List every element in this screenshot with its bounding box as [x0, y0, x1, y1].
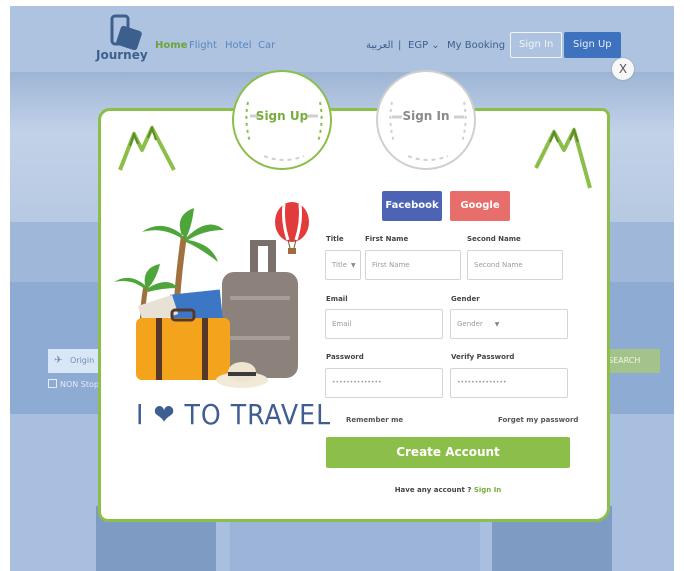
non-stop-label: NON Stop [60, 380, 99, 389]
language-switch[interactable]: العربية [366, 40, 393, 51]
google-button[interactable]: Google [450, 191, 510, 221]
header-sign-up-button[interactable]: Sign Up [564, 32, 621, 58]
checkbox-box [48, 379, 57, 388]
search-button[interactable]: SEARCH [602, 349, 660, 373]
verify-password-label: Verify Password [451, 353, 515, 361]
gender-select-value: Gender [457, 320, 483, 328]
sign-in-link[interactable]: Sign In [474, 486, 501, 494]
tagline: I ❤ TO TRAVEL [136, 398, 331, 431]
my-booking-link[interactable]: My Booking [447, 40, 505, 51]
currency-value: EGP [408, 40, 429, 51]
heart-icon: ❤ [153, 398, 176, 431]
title-label: Title [326, 235, 344, 243]
mountain-right-icon [534, 127, 592, 189]
tagline-left: I [136, 398, 145, 431]
create-account-button[interactable]: Create Account [326, 437, 570, 468]
travel-illustration [114, 202, 309, 388]
grey-suitcase-icon [222, 240, 298, 378]
password-label: Password [326, 353, 364, 361]
non-stop-checkbox[interactable]: NON Stop [48, 379, 99, 389]
have-account-label: Have any account ? [394, 486, 472, 494]
gender-select[interactable]: Gender ▼ [450, 309, 568, 339]
second-name-label: Second Name [467, 235, 521, 243]
tagline-right: TO TRAVEL [184, 398, 332, 431]
password-field[interactable]: •••••••••••••• [325, 368, 443, 398]
remember-me-checkbox[interactable]: Remember me [346, 416, 403, 424]
header-sign-in-button[interactable]: Sign In [510, 32, 563, 58]
nav-divider: | [398, 40, 402, 51]
logo-text: Journey [96, 48, 148, 62]
nav-hotel[interactable]: Hotel [225, 40, 252, 51]
plane-icon: ✈ [54, 355, 63, 366]
have-account-text: Have any account ? Sign In [326, 486, 570, 494]
chevron-down-icon: ▼ [494, 321, 500, 328]
tab-sign-in-label: Sign In [402, 109, 450, 123]
facebook-button[interactable]: Facebook [382, 191, 442, 221]
nav-home[interactable]: Home [155, 40, 187, 51]
origin-placeholder: Origin [70, 356, 95, 365]
gender-label: Gender [451, 295, 480, 303]
tab-sign-up-label: Sign Up [255, 109, 309, 123]
hot-air-balloon-icon [275, 202, 309, 254]
first-name-field[interactable]: First Name [365, 250, 461, 280]
currency-select[interactable]: EGP ⌄ [408, 40, 440, 51]
title-select[interactable]: Title ▼ [325, 250, 361, 280]
email-label: Email [326, 295, 348, 303]
close-button[interactable]: X [612, 58, 634, 80]
forget-password-link[interactable]: Forget my password [498, 416, 578, 424]
first-name-label: First Name [365, 235, 409, 243]
verify-password-field[interactable]: •••••••••••••• [450, 368, 568, 398]
nav-flight[interactable]: Flight [189, 40, 217, 51]
nav-car[interactable]: Car [258, 40, 275, 51]
tab-sign-in[interactable]: Sign In [376, 70, 476, 170]
chevron-down-icon: ⌄ [431, 40, 440, 51]
second-name-field[interactable]: Second Name [467, 250, 563, 280]
mountain-left-icon [118, 125, 176, 171]
tab-sign-up[interactable]: Sign Up [232, 70, 332, 170]
orange-suitcase-icon [136, 308, 230, 380]
title-select-value: Title [332, 261, 348, 269]
chevron-down-icon: ▼ [351, 262, 356, 269]
email-field[interactable]: Email [325, 309, 443, 339]
